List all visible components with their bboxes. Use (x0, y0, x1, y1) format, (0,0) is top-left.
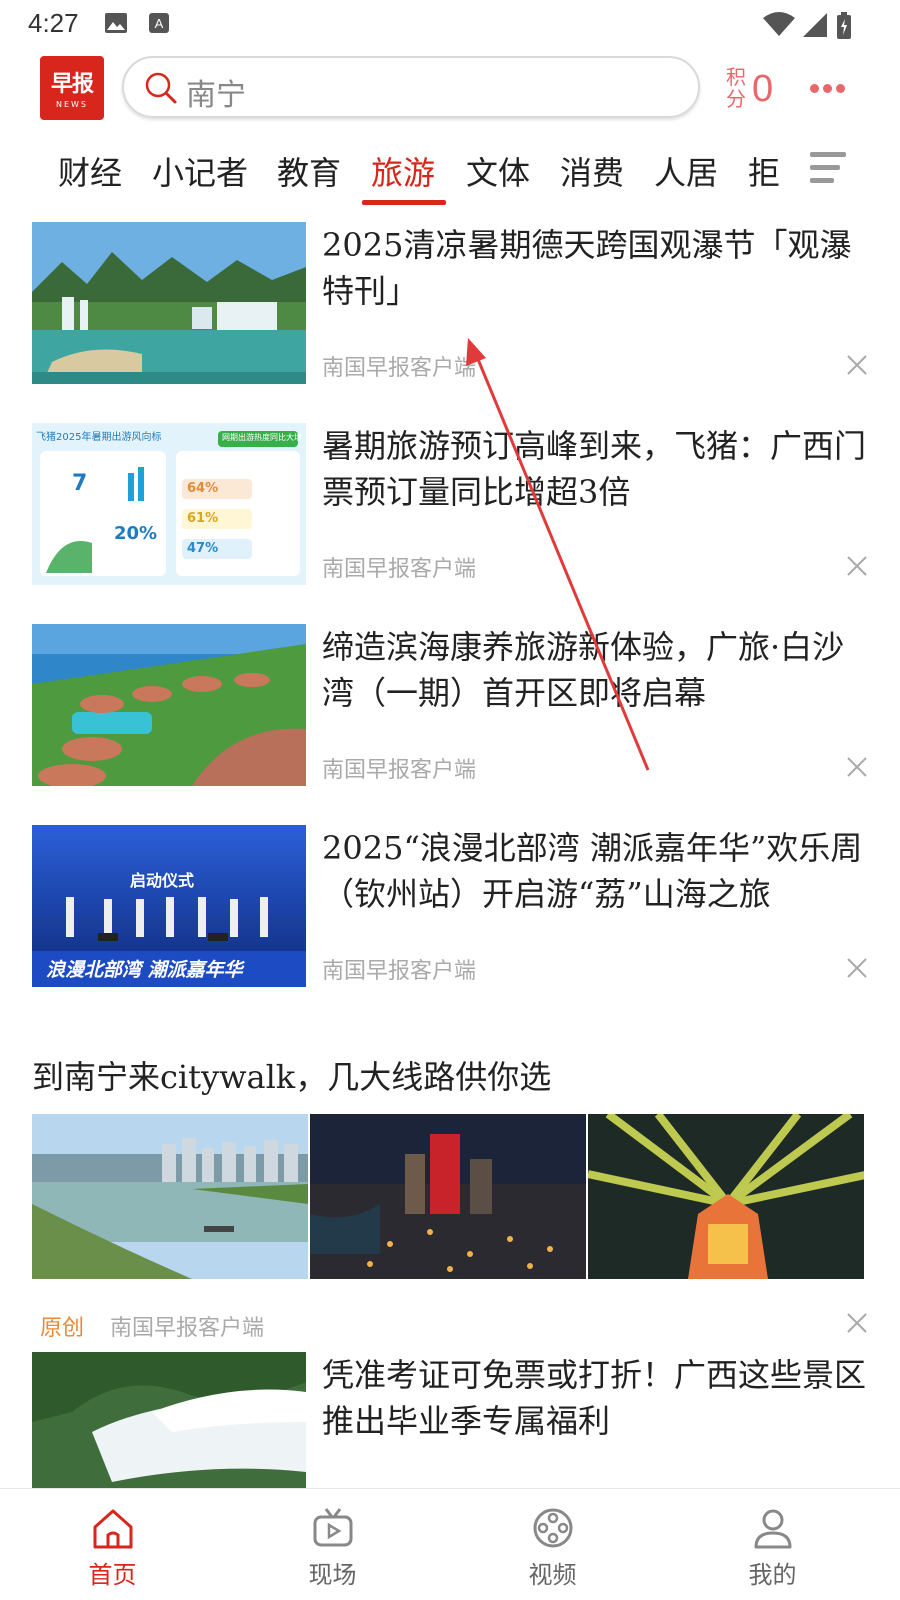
tab-xiaojizhe[interactable]: 小记者 (152, 148, 248, 194)
close-icon[interactable] (844, 955, 870, 981)
cellular-signal-icon (803, 13, 827, 37)
infographic-percent-2: 61% (187, 511, 219, 526)
tab-wenti[interactable]: 文体 (466, 148, 530, 194)
nav-home[interactable]: 首页 (0, 1489, 225, 1600)
nav-profile-label: 我的 (748, 1561, 797, 1589)
infographic-title: 飞猪2025年暑期出游风向标 (36, 432, 162, 443)
infographic-percent-3: 47% (187, 541, 219, 556)
tab-xiaofei[interactable]: 消费 (560, 148, 624, 194)
image-notification-icon (105, 13, 127, 33)
waterfall-thumbnail (32, 222, 306, 384)
wifi-icon (763, 12, 795, 36)
search-icon (145, 72, 177, 104)
infographic-tag: 网期出游热度同比大增 (222, 433, 302, 442)
original-badge: 原创 (40, 1316, 85, 1341)
status-time: 4:27 (28, 8, 79, 38)
battery-icon (837, 12, 851, 39)
points-label: 积分 (726, 65, 746, 111)
infographic-percent-1: 64% (187, 481, 219, 496)
river-city-image (32, 1114, 308, 1279)
gallery-images[interactable] (32, 1114, 870, 1279)
live-tv-icon (313, 1508, 353, 1547)
gallery-source: 南国早报客户端 (110, 1316, 265, 1341)
close-icon[interactable] (844, 1310, 870, 1336)
news-item[interactable]: 飞猪2025年暑期出游风向标 网期出游热度同比大增 7 20% 64% 61% … (32, 423, 870, 588)
article-title[interactable]: 2025“浪漫北部湾 潮派嘉年华”欢乐周（钦州站）开启游“荔”山海之旅 (322, 825, 870, 917)
search-bar[interactable]: 南宁 (122, 56, 700, 118)
article-title[interactable]: 暑期旅游预订高峰到来，飞猪：广西门票预订量同比增超3倍 (322, 423, 870, 515)
resort-thumbnail (32, 624, 306, 786)
news-item[interactable]: 2025清凉暑期德天跨国观瀑节「观瀑特刊」 南国早报客户端 (32, 222, 870, 387)
article-source: 南国早报客户端 (322, 356, 477, 381)
gallery-meta: 原创 南国早报客户端 (32, 1310, 870, 1342)
close-icon[interactable] (844, 754, 870, 780)
article-title[interactable]: 凭准考证可免票或打折！广西这些景区推出毕业季专属福利 (322, 1352, 870, 1444)
stage-title: 启动仪式 (130, 871, 195, 890)
app-logo[interactable]: 早报 NEWS (40, 56, 104, 120)
nav-live[interactable]: 现场 (220, 1489, 445, 1600)
nav-profile[interactable]: 我的 (660, 1489, 885, 1600)
logo-subtext: NEWS (55, 100, 89, 109)
news-item[interactable]: 启动仪式 浪漫北部湾 潮派嘉年华 2025“浪漫北部湾 潮派嘉年华”欢乐周（钦州… (32, 825, 870, 990)
night-city-image (310, 1114, 586, 1279)
news-item[interactable]: 缔造滨海康养旅游新体验，广旅·白沙湾（一期）首开区即将启幕 南国早报客户端 (32, 624, 870, 789)
light-show-image (588, 1114, 864, 1279)
infographic-seven: 7 (72, 471, 88, 496)
home-icon (93, 1509, 133, 1549)
article-source: 南国早报客户端 (322, 959, 477, 984)
svg-text:A: A (155, 16, 164, 31)
nav-video[interactable]: 视频 (440, 1489, 665, 1600)
nav-video-label: 视频 (528, 1561, 577, 1589)
tab-renju[interactable]: 人居 (654, 148, 718, 194)
close-icon[interactable] (844, 553, 870, 579)
mountain-cloud-thumbnail (32, 1352, 306, 1488)
news-item[interactable]: 凭准考证可免票或打折！广西这些景区推出毕业季专属福利 (32, 1352, 870, 1488)
status-bar: 4:27 A (0, 0, 900, 48)
search-input[interactable]: 南宁 (186, 70, 246, 114)
nav-live-label: 现场 (308, 1561, 357, 1589)
bottom-navigation: 首页 现场 视频 我的 (0, 1488, 900, 1600)
active-tab-indicator (362, 200, 446, 205)
points-value: 0 (752, 68, 774, 110)
logo-text: 早报 (50, 72, 94, 97)
close-icon[interactable] (844, 352, 870, 378)
infographic-big-percent: 20% (114, 523, 158, 544)
keyboard-notification-icon: A (149, 13, 169, 33)
article-source: 南国早报客户端 (322, 557, 477, 582)
top-header: 早报 NEWS 南宁 积分 0 (0, 48, 900, 130)
stage-banner: 浪漫北部湾 潮派嘉年华 (46, 959, 243, 981)
tab-menu-icon[interactable] (810, 152, 846, 191)
gallery-title[interactable]: 到南宁来citywalk，几大线路供你选 (32, 1052, 551, 1098)
film-reel-icon (533, 1508, 573, 1548)
tab-lvyou[interactable]: 旅游 (371, 148, 435, 194)
stage-thumbnail: 启动仪式 浪漫北部湾 潮派嘉年华 (32, 825, 306, 987)
article-title[interactable]: 2025清凉暑期德天跨国观瀑节「观瀑特刊」 (322, 222, 870, 314)
article-source: 南国早报客户端 (322, 758, 477, 783)
nav-home-label: 首页 (88, 1561, 137, 1589)
infographic-thumbnail: 飞猪2025年暑期出游风向标 网期出游热度同比大增 7 20% 64% 61% … (32, 423, 306, 585)
tab-partial[interactable]: 拒 (748, 148, 780, 194)
category-tabs: 财经 小记者 教育 旅游 文体 消费 人居 拒 (0, 130, 900, 210)
article-title[interactable]: 缔造滨海康养旅游新体验，广旅·白沙湾（一期）首开区即将启幕 (322, 624, 870, 716)
tab-jiaoyu[interactable]: 教育 (277, 148, 341, 194)
user-icon (754, 1509, 792, 1549)
more-options-icon[interactable] (810, 78, 849, 97)
tab-caijing[interactable]: 财经 (58, 148, 122, 194)
